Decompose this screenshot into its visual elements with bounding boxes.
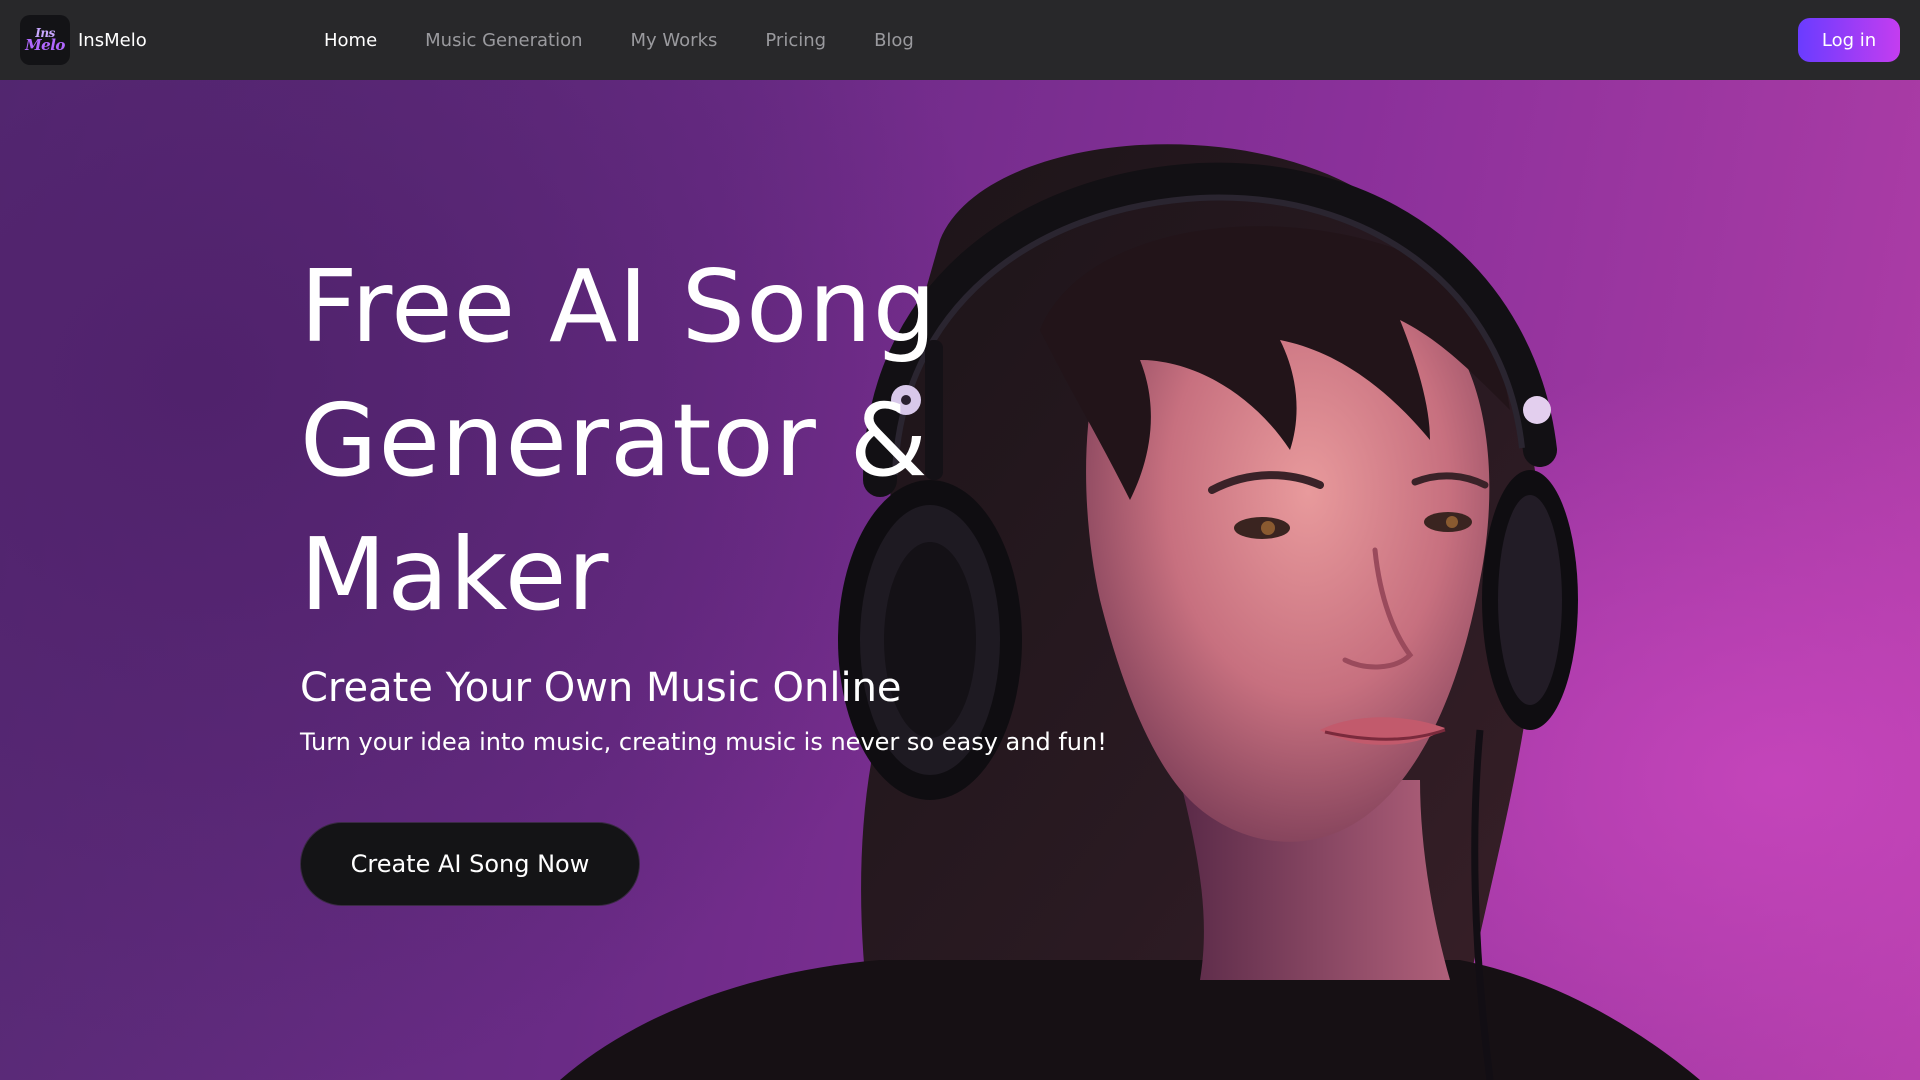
hero-title-line-2: Generator &: [300, 382, 929, 499]
create-ai-song-button[interactable]: Create AI Song Now: [300, 822, 640, 906]
hero-section: Free AI Song Generator & Maker Create Yo…: [0, 80, 1920, 1080]
nav-item-pricing[interactable]: Pricing: [758, 24, 833, 57]
nav-item-home[interactable]: Home: [317, 24, 384, 57]
brand-home-link[interactable]: Ins Melo InsMelo: [20, 14, 147, 66]
brand-name: InsMelo: [78, 29, 147, 51]
nav-item-my-works[interactable]: My Works: [624, 24, 725, 57]
hero-title-line-3: Maker: [300, 516, 610, 633]
logo-text-bottom: Melo: [25, 36, 65, 54]
top-navbar: Ins Melo InsMelo Home Music Generation M…: [0, 0, 1920, 80]
hero-description: Turn your idea into music, creating musi…: [300, 728, 1107, 756]
login-button[interactable]: Log in: [1798, 18, 1900, 62]
insmelo-logo-icon: Ins Melo: [20, 15, 70, 65]
nav-item-music-generation[interactable]: Music Generation: [418, 24, 589, 57]
main-nav: Home Music Generation My Works Pricing B…: [300, 0, 938, 80]
hero-subtitle: Create Your Own Music Online: [300, 665, 902, 711]
nav-item-blog[interactable]: Blog: [867, 24, 921, 57]
hero-title-line-1: Free AI Song: [300, 248, 938, 365]
hero-title: Free AI Song Generator & Maker: [300, 240, 1120, 642]
